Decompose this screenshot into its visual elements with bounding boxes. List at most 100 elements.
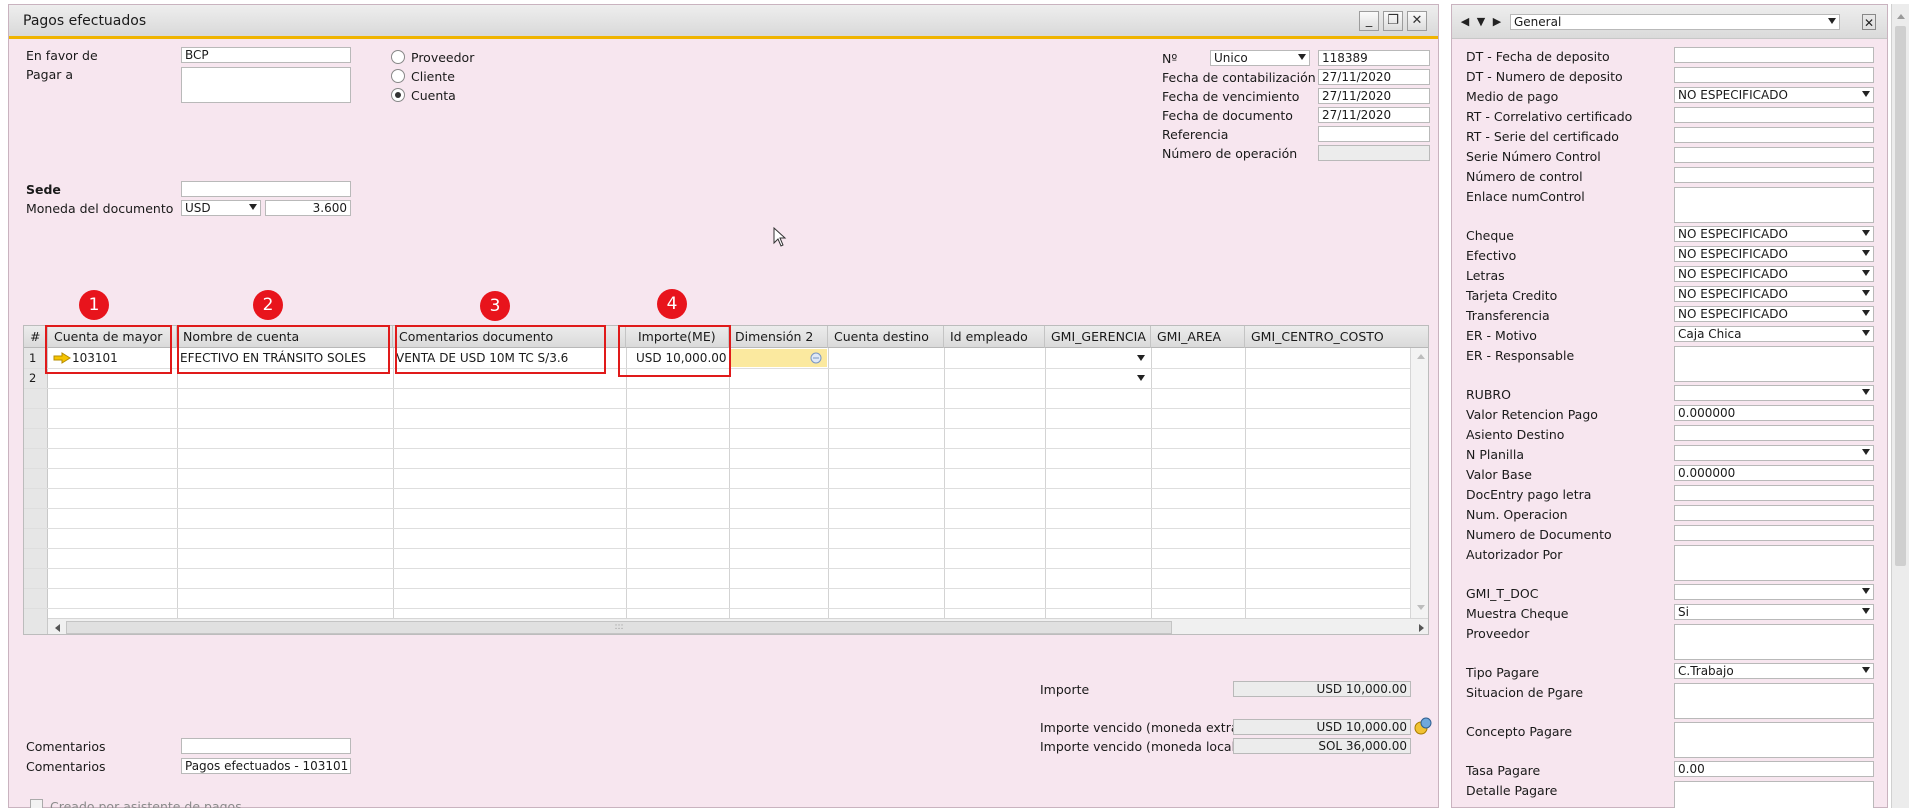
comentarios-field-2[interactable]: Pagos efectuados - 103101 — [181, 758, 351, 774]
udf-dropdown[interactable] — [1674, 445, 1874, 461]
scroll-left-icon[interactable] — [53, 623, 61, 633]
col-header-cuenta-destino[interactable]: Cuenta destino — [828, 326, 944, 348]
udf-dropdown[interactable]: NO ESPECIFICADO — [1674, 266, 1874, 282]
udf-field[interactable] — [1674, 167, 1874, 183]
gmi-gerencia-dropdown-icon[interactable] — [1137, 355, 1145, 361]
udf-dropdown[interactable]: NO ESPECIFICADO — [1674, 87, 1874, 103]
udf-close-button[interactable]: ✕ — [1862, 14, 1876, 30]
fecha-documento-label: Fecha de documento — [1162, 108, 1293, 123]
en-favor-de-field[interactable]: BCP — [181, 47, 351, 63]
radio-proveedor[interactable] — [391, 50, 405, 64]
udf-nav-down-button[interactable]: ▼ — [1474, 14, 1488, 30]
udf-field[interactable]: 0.00 — [1674, 761, 1874, 777]
udf-field[interactable] — [1674, 187, 1874, 223]
udf-label: Tasa Pagare — [1466, 763, 1541, 778]
udf-field[interactable] — [1674, 525, 1874, 541]
udf-dropdown[interactable]: NO ESPECIFICADO — [1674, 306, 1874, 322]
udf-field[interactable]: 0.000000 — [1674, 405, 1874, 421]
panel-scroll-thumb[interactable] — [1895, 26, 1906, 566]
udf-field[interactable] — [1674, 346, 1874, 382]
title-bar: Pagos efectuados _ ❐ ✕ — [9, 5, 1438, 39]
importe-total-field: USD 10,000.00 — [1233, 681, 1411, 697]
numero-operacion-field — [1318, 145, 1430, 161]
col-header-id-empleado[interactable]: Id empleado — [944, 326, 1045, 348]
radio-cliente[interactable] — [391, 69, 405, 83]
moneda-select[interactable]: USD — [181, 200, 261, 216]
udf-dropdown[interactable] — [1674, 584, 1874, 600]
scroll-up-icon[interactable] — [1896, 12, 1906, 20]
scroll-right-icon[interactable] — [1418, 623, 1426, 633]
pagar-a-field[interactable] — [181, 67, 351, 103]
callout-badge-1: 1 — [79, 290, 109, 320]
chevron-down-icon — [1862, 250, 1870, 256]
fecha-contabilizacion-field[interactable]: 27/11/2020 — [1318, 69, 1430, 85]
udf-dropdown[interactable]: Si — [1674, 604, 1874, 620]
udf-field[interactable] — [1674, 505, 1874, 521]
col-header-gmi-area[interactable]: GMI_AREA — [1151, 326, 1245, 348]
udf-label: Medio de pago — [1466, 89, 1559, 104]
scroll-down-icon[interactable] — [1416, 604, 1426, 612]
udf-nav-first-button[interactable]: ◀ — [1458, 14, 1472, 30]
udf-label: Letras — [1466, 268, 1505, 283]
asistente-checkbox[interactable] — [30, 799, 43, 808]
payment-means-icon[interactable] — [1414, 717, 1432, 735]
panel-vertical-scrollbar[interactable] — [1891, 4, 1909, 808]
radio-cuenta[interactable] — [391, 88, 405, 102]
udf-field[interactable] — [1674, 485, 1874, 501]
gmi-gerencia-dropdown-icon[interactable] — [1137, 375, 1145, 381]
grid-vertical-scrollbar[interactable] — [1410, 348, 1428, 618]
udf-field[interactable] — [1674, 47, 1874, 63]
sede-field[interactable] — [181, 181, 351, 197]
udf-dropdown[interactable]: NO ESPECIFICADO — [1674, 226, 1874, 242]
udf-field[interactable] — [1674, 107, 1874, 123]
udf-field[interactable]: 0.000000 — [1674, 465, 1874, 481]
udf-category-select[interactable]: General — [1510, 14, 1840, 30]
udf-dropdown[interactable]: NO ESPECIFICADO — [1674, 286, 1874, 302]
importe-vencido-local-label: Importe vencido (moneda local) — [1040, 739, 1240, 754]
scroll-thumb[interactable]: ::: — [66, 621, 1172, 634]
udf-field[interactable] — [1674, 425, 1874, 441]
grid-horizontal-scrollbar[interactable]: ::: — [48, 618, 1428, 634]
udf-dropdown[interactable] — [1674, 385, 1874, 401]
udf-panel-toolbar: ◀ ▼ ▶ General ✕ — [1452, 5, 1887, 39]
tipo-cambio-field[interactable]: 3.600 — [265, 200, 351, 216]
udf-nav-next-button[interactable]: ▶ — [1490, 14, 1504, 30]
udf-dropdown[interactable]: C.Trabajo — [1674, 663, 1874, 679]
col-header-dimension-2[interactable]: Dimensión 2 — [729, 326, 828, 348]
udf-field[interactable] — [1674, 781, 1874, 808]
udf-label: DocEntry pago letra — [1466, 487, 1592, 502]
minimize-button[interactable]: _ — [1359, 11, 1379, 31]
referencia-field[interactable] — [1318, 126, 1430, 142]
scroll-up-icon[interactable] — [1416, 352, 1426, 360]
udf-field[interactable] — [1674, 147, 1874, 163]
col-header-gmi-gerencia[interactable]: GMI_GERENCIA — [1045, 326, 1151, 348]
numero-field[interactable]: 118389 — [1318, 50, 1430, 66]
numero-operacion-label: Número de operación — [1162, 146, 1298, 161]
udf-field[interactable] — [1674, 624, 1874, 660]
choose-from-list-icon[interactable] — [810, 352, 822, 364]
udf-label: Número de control — [1466, 169, 1583, 184]
pagar-a-label: Pagar a — [26, 67, 74, 82]
udf-value: NO ESPECIFICADO — [1678, 88, 1788, 102]
udf-field[interactable] — [1674, 127, 1874, 143]
udf-field[interactable] — [1674, 722, 1874, 758]
serie-select[interactable]: Unico — [1210, 50, 1310, 66]
col-header-gmi-centro-costo[interactable]: GMI_CENTRO_COSTO — [1245, 326, 1428, 348]
close-button[interactable]: ✕ — [1407, 11, 1427, 31]
fecha-vencimiento-field[interactable]: 27/11/2020 — [1318, 88, 1430, 104]
serie-value: Unico — [1214, 51, 1248, 65]
udf-dropdown[interactable]: NO ESPECIFICADO — [1674, 246, 1874, 262]
udf-field[interactable] — [1674, 67, 1874, 83]
comentarios-field-1[interactable] — [181, 738, 351, 754]
udf-label: Num. Operacion — [1466, 507, 1568, 522]
mouse-cursor-icon — [773, 227, 787, 247]
restore-button[interactable]: ❐ — [1383, 11, 1403, 31]
highlight-cuenta-de-mayor — [45, 325, 172, 374]
udf-label: N Planilla — [1466, 447, 1524, 462]
callout-badge-4: 4 — [657, 289, 687, 319]
fecha-documento-field[interactable]: 27/11/2020 — [1318, 107, 1430, 123]
udf-dropdown[interactable]: Caja Chica — [1674, 326, 1874, 342]
udf-field[interactable] — [1674, 545, 1874, 581]
dimension-2-cell[interactable] — [730, 349, 827, 367]
udf-field[interactable] — [1674, 683, 1874, 719]
